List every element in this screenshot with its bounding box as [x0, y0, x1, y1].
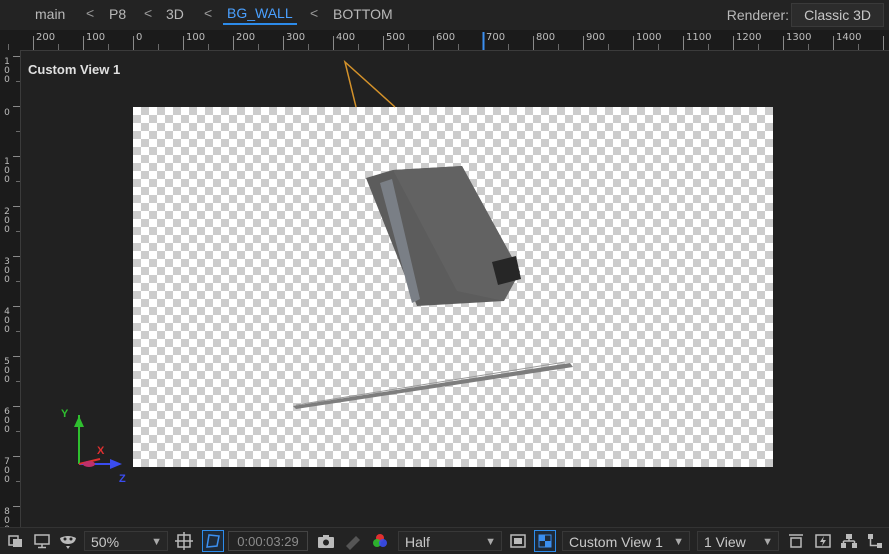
- mask-visibility-icon[interactable]: [59, 532, 77, 550]
- composition-navigator-bar: main < P8 < 3D < BG_WALL < BOTTOM Render…: [0, 0, 889, 30]
- magnification-value: 50%: [91, 534, 120, 550]
- viewer-toolbar: 50% ▼ 0:00:03:29 Half ▼ Custom View 1 ▼ 1 V…: [0, 527, 889, 554]
- chevron-down-icon: ▼: [762, 536, 773, 548]
- scene-layers[interactable]: [0, 51, 889, 527]
- ruler-label: 800: [536, 32, 556, 43]
- ruler-label: 1300: [786, 32, 812, 43]
- ruler-label: 100: [86, 32, 106, 43]
- renderer-button[interactable]: Classic 3D: [791, 3, 884, 27]
- ruler-label: 500: [386, 32, 406, 43]
- ruler-label: 1400: [836, 32, 862, 43]
- ruler-label: 0: [136, 32, 143, 43]
- ruler-label: 700: [486, 32, 506, 43]
- 3d-view-dropdown[interactable]: Custom View 1 ▼: [562, 531, 690, 551]
- chevron-left-icon: <: [310, 5, 319, 21]
- fast-previews-icon[interactable]: [814, 532, 832, 550]
- axis-label-x: X: [97, 445, 105, 457]
- chevron-left-icon: <: [204, 5, 213, 21]
- bg-wall-layer[interactable]: [366, 166, 521, 306]
- view-layout-value: 1 View: [704, 534, 746, 550]
- breadcrumb-bottom[interactable]: BOTTOM: [333, 6, 393, 22]
- timeline-icon[interactable]: [840, 532, 858, 550]
- breadcrumb-bg-wall[interactable]: BG_WALL: [223, 5, 297, 25]
- ruler-label: 400: [336, 32, 356, 43]
- breadcrumb-main[interactable]: main: [35, 6, 65, 22]
- ruler-label: 200: [36, 32, 56, 43]
- always-preview-icon[interactable]: [7, 532, 25, 550]
- camera-wireframe[interactable]: [343, 59, 396, 108]
- chevron-down-icon: ▼: [151, 536, 162, 548]
- resolution-value: Half: [405, 534, 430, 550]
- chevron-down-icon: ▼: [673, 536, 684, 548]
- horizontal-ruler[interactable]: 200 100 0 100 200 300 400 500 600 700 80…: [0, 30, 889, 51]
- axis-label-z: Z: [119, 473, 126, 485]
- ruler-label: 100: [186, 32, 206, 43]
- axis-label-y: Y: [61, 408, 69, 420]
- current-time-display[interactable]: 0:00:03:29: [228, 531, 308, 551]
- color-channels-icon[interactable]: [371, 532, 389, 550]
- show-snapshot-icon[interactable]: [344, 532, 362, 550]
- ruler-label: 1200: [736, 32, 762, 43]
- grid-guides-icon[interactable]: [175, 532, 193, 550]
- breadcrumb-p8[interactable]: P8: [109, 6, 126, 22]
- axis-gizmo: [74, 415, 122, 469]
- ruler-label: 200: [236, 32, 256, 43]
- magnification-dropdown[interactable]: 50% ▼: [84, 531, 168, 551]
- flowchart-icon[interactable]: [866, 532, 884, 550]
- ruler-label: 900: [586, 32, 606, 43]
- camera-icon[interactable]: [317, 532, 335, 550]
- chevron-down-icon: ▼: [485, 536, 496, 548]
- mask-path-icon[interactable]: [202, 530, 224, 552]
- 3d-view-value: Custom View 1: [569, 534, 663, 550]
- renderer-label: Renderer:: [726, 7, 789, 23]
- monitor-icon[interactable]: [33, 532, 51, 550]
- ruler-label: 600: [436, 32, 456, 43]
- ruler-label: 1000: [636, 32, 662, 43]
- chevron-left-icon: <: [86, 5, 95, 21]
- breadcrumb-3d[interactable]: 3D: [166, 6, 184, 22]
- transparency-grid-icon[interactable]: [534, 530, 556, 552]
- toggle-pixel-aspect-icon[interactable]: [787, 532, 805, 550]
- ruler-label: 300: [286, 32, 306, 43]
- view-layout-dropdown[interactable]: 1 View ▼: [697, 531, 779, 551]
- floor-layer[interactable]: [293, 361, 573, 409]
- region-of-interest-icon[interactable]: [509, 532, 527, 550]
- resolution-dropdown[interactable]: Half ▼: [398, 531, 502, 551]
- chevron-left-icon: <: [144, 5, 153, 21]
- ruler-label: 1100: [686, 32, 712, 43]
